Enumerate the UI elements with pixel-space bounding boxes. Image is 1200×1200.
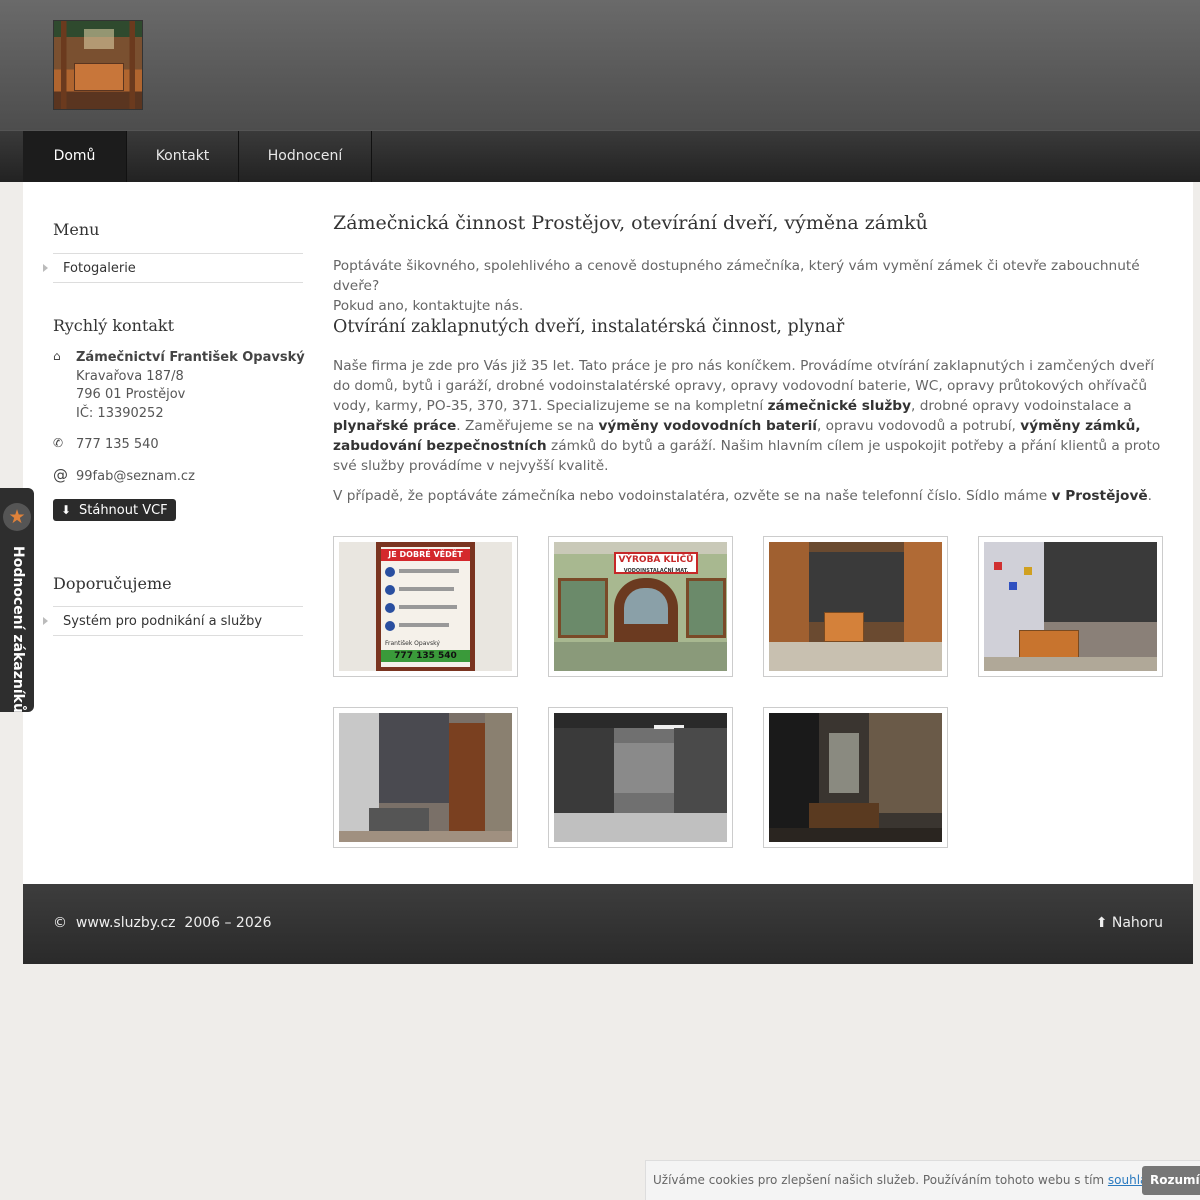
main-nav: Domů Kontakt Hodnocení <box>0 130 1200 182</box>
poster-heading: JE DOBRÉ VĚDĚT <box>381 549 470 561</box>
nav-item-kontakt[interactable]: Kontakt <box>127 131 239 182</box>
rating-tab-label: Hodnocení zákazníků <box>10 546 26 713</box>
vcf-label: Stáhnout VCF <box>79 503 168 518</box>
copyright-symbol: © <box>53 915 67 931</box>
nav-item-hodnoceni[interactable]: Hodnocení <box>239 131 372 182</box>
nav-item-domu[interactable]: Domů <box>23 131 127 182</box>
site-header <box>0 0 1200 130</box>
back-to-top-label: Nahoru <box>1111 915 1163 931</box>
closing-paragraph: V případě, že poptáváte zámečníka nebo v… <box>333 488 1153 504</box>
section-title: Otvírání zaklapnutých dveří, instalatérs… <box>333 317 845 337</box>
address-city: 796 01 Prostějov <box>76 387 186 402</box>
cookie-accept-button[interactable]: Rozumím <box>1142 1166 1200 1195</box>
phone-icon: ✆ <box>53 436 64 450</box>
gallery-photo-poster[interactable]: JE DOBRÉ VĚDĚT František Opavský 777 135… <box>333 536 518 677</box>
recommend-item-system[interactable]: Systém pro podnikání a služby <box>43 607 303 636</box>
company-ic: IČ: 13390252 <box>76 405 164 421</box>
customer-rating-tab[interactable]: ★ Hodnocení zákazníků <box>0 488 34 713</box>
gallery-photo-shop-interior-1[interactable] <box>763 536 948 677</box>
contact-address: ⌂ Zámečnictví František Opavský Kravařov… <box>53 349 313 425</box>
at-icon: @ <box>53 466 68 484</box>
menu-title: Menu <box>53 220 100 239</box>
shop-sign-sub: VODOINSTALAČNÍ MAT. <box>623 568 689 574</box>
recommend-list: Systém pro podnikání a služby <box>43 606 303 636</box>
contact-email[interactable]: @ 99fab@seznam.cz <box>53 466 253 488</box>
site-logo[interactable] <box>53 20 143 110</box>
cookie-bar: Užíváme cookies pro zlepšení našich služ… <box>645 1160 1200 1200</box>
footer-copyright: © www.sluzby.cz 2006 – 2026 <box>53 915 272 931</box>
download-icon: ⬇ <box>61 503 72 517</box>
poster-phone: 777 135 540 <box>381 650 470 662</box>
home-icon: ⌂ <box>53 349 61 363</box>
gallery-photo-shop-interior-2[interactable] <box>978 536 1163 677</box>
gallery-photo-workshop[interactable] <box>548 707 733 848</box>
intro-paragraph: Poptáváte šikovného, spolehlivého a ceno… <box>333 258 1140 314</box>
star-icon: ★ <box>3 503 31 531</box>
poster-name: František Opavský <box>385 640 440 647</box>
arrow-up-circle-icon: ⬆ <box>1095 915 1108 931</box>
cookie-text: Užíváme cookies pro zlepšení našich služ… <box>653 1173 1177 1187</box>
shop-sign: VÝROBA KLÍČŮ <box>618 555 694 565</box>
gallery-photo-storefront[interactable]: VÝROBA KLÍČŮ VODOINSTALAČNÍ MAT. <box>548 536 733 677</box>
download-vcf-button[interactable]: ⬇ Stáhnout VCF <box>53 499 176 521</box>
email-address[interactable]: 99fab@seznam.cz <box>76 468 195 487</box>
contact-phone[interactable]: ✆ 777 135 540 <box>53 436 253 456</box>
recommend-title: Doporučujeme <box>53 574 172 593</box>
menu-item-fotogalerie[interactable]: Fotogalerie <box>43 254 303 283</box>
footer-site-link[interactable]: www.sluzby.cz <box>76 915 176 931</box>
address-street: Kravařova 187/8 <box>76 368 184 384</box>
footer-years: 2006 – 2026 <box>184 915 272 931</box>
quick-contact-title: Rychlý kontakt <box>53 316 175 335</box>
company-name: Zámečnictví František Opavský <box>76 350 305 365</box>
phone-number[interactable]: 777 135 540 <box>76 436 159 455</box>
site-footer: © www.sluzby.cz 2006 – 2026 ⬆ Nahoru <box>23 884 1193 964</box>
content-area: Menu Fotogalerie Rychlý kontakt ⌂ Zámečn… <box>23 182 1193 884</box>
back-to-top-link[interactable]: ⬆ Nahoru <box>1096 915 1163 931</box>
page-title: Zámečnická činnost Prostějov, otevírání … <box>333 212 928 234</box>
gallery-photo-counter[interactable] <box>763 707 948 848</box>
body-paragraph: Naše firma je zde pro Vás již 35 let. Ta… <box>333 358 1161 474</box>
menu-list: Fotogalerie <box>43 253 303 283</box>
gallery-photo-shop-interior-3[interactable] <box>333 707 518 848</box>
